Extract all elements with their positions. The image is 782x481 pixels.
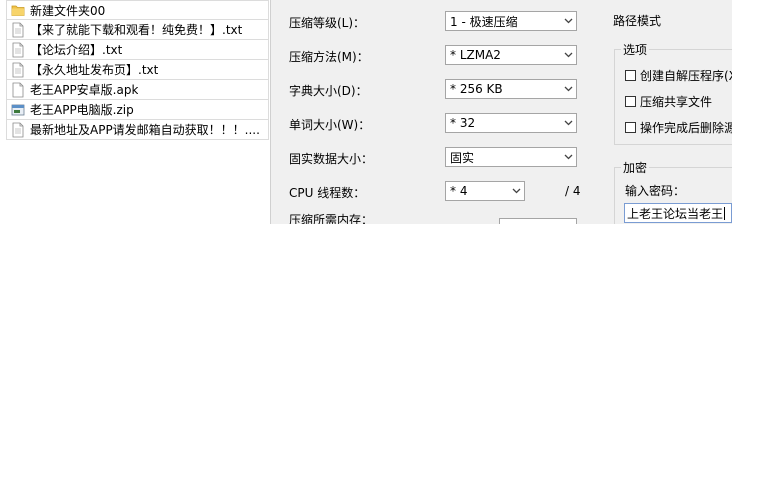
file-name: 【论坛介绍】.txt [30,43,123,57]
compression-level-label: 压缩等级(L)： [289,16,366,30]
file-list-item[interactable]: 新建文件夹00 [6,0,269,20]
file-name: 【来了就能下载和观看！纯免费！】.txt [30,23,243,37]
compress-shared-files-label: 压缩共享文件 [640,95,713,109]
delete-after-compress-label: 操作完成后删除源 [640,121,732,135]
compression-level-value: 1 - 极速压缩 [450,14,518,29]
file-name: 老王APP安卓版.apk [30,83,139,97]
file-list-item[interactable]: 【永久地址发布页】.txt [6,60,269,80]
text-file-icon [11,22,25,38]
file-name: 【永久地址发布页】.txt [30,63,159,77]
encryption-group-title: 加密 [621,159,650,176]
checkbox[interactable] [625,70,636,81]
sfx-option[interactable]: 创建自解压程序(X [625,67,732,84]
cpu-threads-label: CPU 线程数： [289,186,366,200]
compression-method-select[interactable]: * LZMA2 [445,45,577,65]
folder-icon [11,2,25,18]
compression-method-label: 压缩方法(M)： [289,50,369,64]
chevron-down-icon [560,46,576,64]
solid-block-size-value: 固实 [450,150,475,165]
chevron-down-icon [560,148,576,166]
file-list-item[interactable]: 【来了就能下载和观看！纯免费！】.txt [6,20,269,40]
text-file-icon [11,42,25,58]
password-label: 输入密码： [625,184,686,198]
checkbox[interactable] [625,122,636,133]
compression-method-value: * LZMA2 [450,48,501,62]
file-icon [11,82,25,98]
memory-usage-label: 压缩所需内存： [289,213,374,224]
word-size-label: 单词大小(W)： [289,118,371,132]
password-value: 上老王论坛当老王 [627,206,724,221]
word-size-value: * 32 [450,116,476,130]
solid-block-size-select[interactable]: 固实 [445,147,577,167]
checkbox[interactable] [625,96,636,107]
cpu-threads-value: * 4 [450,184,468,198]
compression-level-select[interactable]: 1 - 极速压缩 [445,11,577,31]
chevron-down-icon [560,12,576,30]
options-group-title: 选项 [621,41,650,58]
file-list-item[interactable]: 最新地址及APP请发邮箱自动获取！！！.... [6,120,269,140]
file-name: 老王APP电脑版.zip [30,103,134,117]
chevron-down-icon [560,114,576,132]
delete-after-compress-option[interactable]: 操作完成后删除源 [625,119,732,136]
text-file-icon [11,62,25,78]
zip-file-icon [11,102,25,118]
dictionary-size-label: 字典大小(D)： [289,84,368,98]
file-list-item[interactable]: 【论坛介绍】.txt [6,40,269,60]
file-list-item[interactable]: 老王APP安卓版.apk [6,80,269,100]
password-input[interactable]: 上老王论坛当老王 [624,203,732,223]
dictionary-size-select[interactable]: * 256 KB [445,79,577,99]
archive-dialog: 压缩等级(L)： 1 - 极速压缩 压缩方法(M)： * LZMA2 字典大小(… [270,0,732,224]
memory-usage-field [499,218,577,224]
chevron-down-icon [508,182,524,200]
file-name: 最新地址及APP请发邮箱自动获取！！！.... [30,123,260,137]
word-size-select[interactable]: * 32 [445,113,577,133]
solid-block-size-label: 固实数据大小： [289,152,374,166]
path-mode-label: 路径模式 [613,14,662,28]
dictionary-size-value: * 256 KB [450,82,503,96]
text-cursor [724,206,726,220]
file-list-item[interactable]: 老王APP电脑版.zip [6,100,269,120]
file-name: 新建文件夹00 [30,3,106,18]
cpu-threads-max: / 4 [565,184,581,198]
chevron-down-icon [560,80,576,98]
cpu-threads-select[interactable]: * 4 [445,181,525,201]
text-file-icon [11,122,25,138]
file-list: 新建文件夹00 【来了就能下载和观看！纯免费！】.txt 【论坛介绍】.txt … [6,0,269,140]
sfx-option-label: 创建自解压程序(X [640,69,732,83]
compress-shared-files-option[interactable]: 压缩共享文件 [625,93,712,110]
